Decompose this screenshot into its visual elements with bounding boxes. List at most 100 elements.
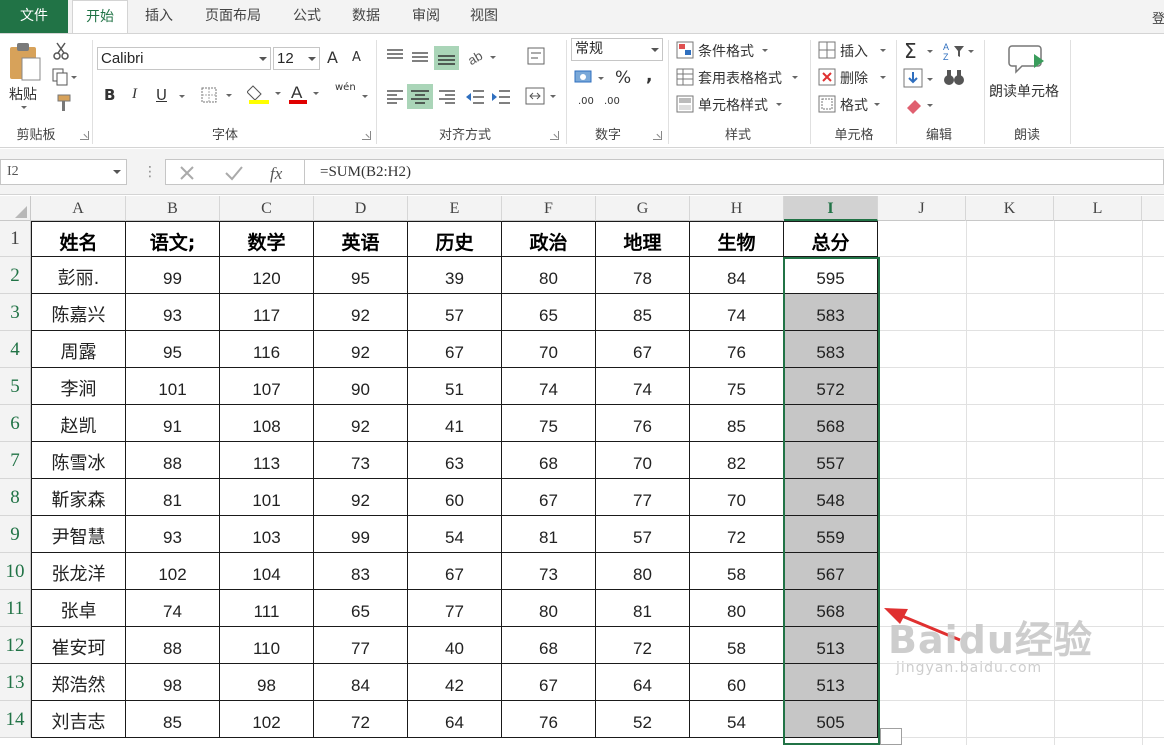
select-all-button[interactable]: [0, 196, 31, 221]
cell-h5[interactable]: 75: [690, 368, 784, 405]
tab-login-partial[interactable]: 登: [1152, 8, 1164, 27]
align-left-icon[interactable]: [385, 87, 407, 107]
cell-g6[interactable]: 76: [596, 405, 690, 442]
cell-e6[interactable]: 41: [408, 405, 502, 442]
cell-g5[interactable]: 74: [596, 368, 690, 405]
cell-d6[interactable]: 92: [314, 405, 408, 442]
cell-i4[interactable]: 583: [784, 331, 878, 368]
cell-e5[interactable]: 51: [408, 368, 502, 405]
cell-e4[interactable]: 67: [408, 331, 502, 368]
cell-g10[interactable]: 80: [596, 553, 690, 590]
cell-d3[interactable]: 92: [314, 294, 408, 331]
cell-e9[interactable]: 54: [408, 516, 502, 553]
align-top-icon[interactable]: [385, 47, 407, 67]
column-header-c[interactable]: C: [220, 196, 314, 221]
cell-e3[interactable]: 57: [408, 294, 502, 331]
insert-dropdown-icon[interactable]: [880, 49, 886, 52]
phonetic-guide-button[interactable]: wén: [335, 82, 356, 93]
header-cell-b1[interactable]: 语文;: [126, 221, 220, 257]
row-header-12[interactable]: 12: [0, 627, 31, 664]
cell-c13[interactable]: 98: [220, 664, 314, 701]
cell-g11[interactable]: 81: [596, 590, 690, 627]
font-color-icon[interactable]: A: [288, 82, 324, 106]
column-header-j[interactable]: J: [878, 196, 966, 221]
name-box-dropdown-icon[interactable]: [113, 170, 121, 174]
cell-g3[interactable]: 85: [596, 294, 690, 331]
cell-g9[interactable]: 57: [596, 516, 690, 553]
merge-center-icon[interactable]: [524, 86, 560, 108]
grow-font-button[interactable]: A: [327, 48, 338, 67]
column-header-g[interactable]: G: [596, 196, 690, 221]
cell-g14[interactable]: 52: [596, 701, 690, 738]
tab-home[interactable]: 开始: [72, 0, 128, 34]
cell-b6[interactable]: 91: [126, 405, 220, 442]
cell-a8[interactable]: 靳家森: [31, 479, 126, 516]
cell-h12[interactable]: 58: [690, 627, 784, 664]
insert-function-icon[interactable]: fx: [268, 162, 292, 184]
cell-f13[interactable]: 67: [502, 664, 596, 701]
fill-color-icon[interactable]: [247, 82, 285, 106]
column-header-i[interactable]: I: [784, 196, 878, 221]
number-format-select[interactable]: 常规: [571, 38, 663, 61]
cell-d8[interactable]: 92: [314, 479, 408, 516]
fill-icon[interactable]: [903, 68, 935, 90]
cell-b13[interactable]: 98: [126, 664, 220, 701]
underline-dropdown-icon[interactable]: [179, 95, 185, 98]
align-center-button[interactable]: [407, 84, 433, 109]
column-header-d[interactable]: D: [314, 196, 408, 221]
cell-i7[interactable]: 557: [784, 442, 878, 479]
cell-a4[interactable]: 周露: [31, 331, 126, 368]
read-cells-button[interactable]: 朗读单元格: [989, 81, 1059, 101]
delete-cells-button[interactable]: 删除: [840, 68, 868, 88]
insert-cells-button[interactable]: 插入: [840, 41, 868, 61]
row-header-1[interactable]: 1: [0, 221, 31, 257]
column-header-k[interactable]: K: [966, 196, 1054, 221]
cell-i6[interactable]: 568: [784, 405, 878, 442]
cell-d2[interactable]: 95: [314, 257, 408, 294]
cell-c3[interactable]: 117: [220, 294, 314, 331]
format-painter-icon[interactable]: [52, 94, 72, 112]
decrease-indent-icon[interactable]: [464, 87, 486, 107]
cut-icon[interactable]: [52, 42, 70, 60]
column-header-l[interactable]: L: [1054, 196, 1142, 221]
cell-a3[interactable]: 陈嘉兴: [31, 294, 126, 331]
cell-f6[interactable]: 75: [502, 405, 596, 442]
cell-f10[interactable]: 73: [502, 553, 596, 590]
cell-h4[interactable]: 76: [690, 331, 784, 368]
delete-dropdown-icon[interactable]: [880, 76, 886, 79]
row-header-4[interactable]: 4: [0, 331, 31, 368]
formula-bar-grip-icon[interactable]: ⋮: [143, 165, 157, 179]
copy-icon[interactable]: [52, 68, 78, 86]
insert-cells-icon[interactable]: [818, 41, 836, 59]
format-as-table-icon[interactable]: [676, 68, 694, 86]
cell-e2[interactable]: 39: [408, 257, 502, 294]
table-dropdown-icon[interactable]: [792, 76, 798, 79]
cell-a7[interactable]: 陈雪冰: [31, 442, 126, 479]
cell-e14[interactable]: 64: [408, 701, 502, 738]
font-size-select[interactable]: 12: [273, 47, 320, 70]
find-select-icon[interactable]: [942, 68, 968, 90]
cell-a11[interactable]: 张卓: [31, 590, 126, 627]
row-header-7[interactable]: 7: [0, 442, 31, 479]
cell-i12[interactable]: 513: [784, 627, 878, 664]
cell-d12[interactable]: 77: [314, 627, 408, 664]
enter-icon[interactable]: [224, 164, 244, 182]
cell-g12[interactable]: 72: [596, 627, 690, 664]
cell-d5[interactable]: 90: [314, 368, 408, 405]
cell-a2[interactable]: 彭丽.: [31, 257, 126, 294]
paste-icon[interactable]: [8, 42, 42, 82]
cell-b2[interactable]: 99: [126, 257, 220, 294]
cell-c2[interactable]: 120: [220, 257, 314, 294]
cell-i14[interactable]: 505: [784, 701, 878, 738]
number-launcher-icon[interactable]: [653, 131, 662, 140]
cell-c10[interactable]: 104: [220, 553, 314, 590]
header-cell-f1[interactable]: 政治: [502, 221, 596, 257]
shrink-font-button[interactable]: A: [352, 50, 361, 65]
cell-h9[interactable]: 72: [690, 516, 784, 553]
borders-icon[interactable]: [200, 86, 236, 104]
align-middle-icon[interactable]: [410, 47, 432, 67]
cell-i11[interactable]: 568: [784, 590, 878, 627]
cell-a13[interactable]: 郑浩然: [31, 664, 126, 701]
orientation-icon[interactable]: ab: [466, 46, 500, 68]
cell-h14[interactable]: 54: [690, 701, 784, 738]
